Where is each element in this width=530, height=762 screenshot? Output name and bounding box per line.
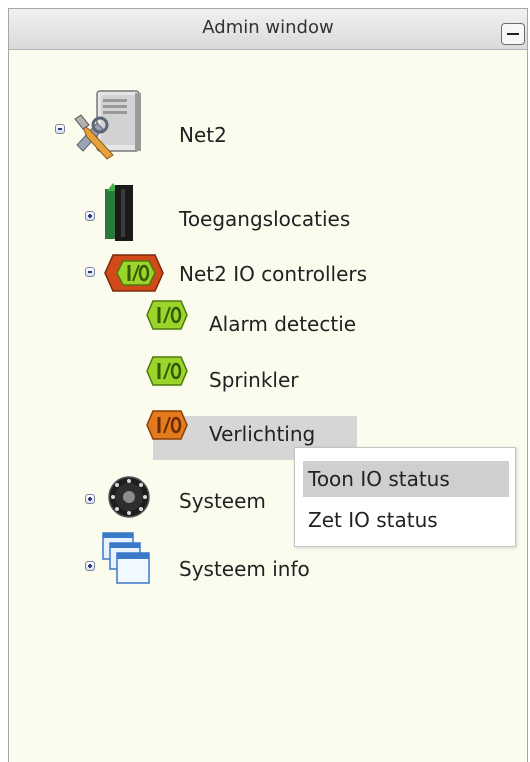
collapse-toggle-io-controllers[interactable]: [85, 267, 95, 277]
context-menu: Toon IO status Zet IO status: [294, 447, 516, 547]
title-bar: Admin window: [9, 9, 527, 50]
io-controller-icon: [104, 254, 164, 292]
io-green-icon-alarm: [146, 300, 188, 330]
minimize-button[interactable]: [501, 23, 525, 45]
tree-label-systeem-info[interactable]: Systeem info: [179, 557, 310, 581]
dial-icon: [108, 476, 150, 518]
tree-label-systeem[interactable]: Systeem: [179, 489, 266, 513]
tree-label-toegangslocaties[interactable]: Toegangslocaties: [179, 207, 350, 231]
tree-label-verlichting[interactable]: Verlichting: [209, 422, 315, 446]
window-title: Admin window: [202, 17, 334, 38]
expand-toggle-systeem[interactable]: [85, 494, 95, 504]
expand-toggle-toegangslocaties[interactable]: [85, 211, 95, 221]
menu-item-toon-io-status[interactable]: Toon IO status: [303, 461, 509, 497]
admin-window: Admin window Net2 Toegangslocaties Net2 …: [8, 8, 528, 762]
io-green-icon-sprinkler: [146, 356, 188, 386]
expand-toggle-systeem-info[interactable]: [85, 561, 95, 571]
door-icon: [105, 183, 133, 241]
menu-item-zet-io-status[interactable]: Zet IO status: [303, 502, 509, 538]
tree-label-net2[interactable]: Net2: [179, 123, 227, 147]
tree-label-alarm-detectie[interactable]: Alarm detectie: [209, 312, 356, 336]
tree-label-sprinkler[interactable]: Sprinkler: [209, 368, 299, 392]
io-orange-icon-verlichting: [146, 410, 188, 440]
windows-icon: [102, 532, 150, 584]
collapse-toggle-net2[interactable]: [55, 124, 65, 134]
tree-label-io-controllers[interactable]: Net2 IO controllers: [179, 262, 367, 286]
server-tools-icon: [74, 90, 141, 160]
